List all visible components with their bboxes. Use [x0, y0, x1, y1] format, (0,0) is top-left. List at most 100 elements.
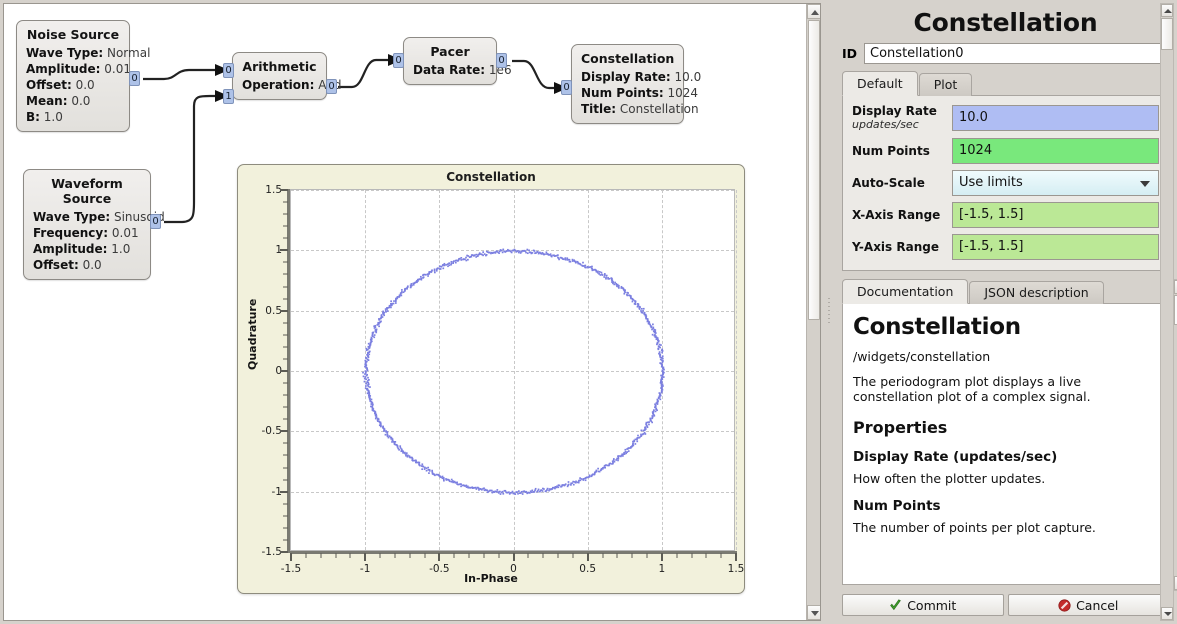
panel-splitter[interactable]: [824, 0, 834, 624]
x-minor-tick: [572, 553, 573, 558]
scroll-down-arrow-icon[interactable]: [807, 605, 821, 620]
x-minor-tick: [676, 553, 677, 558]
param-key: Offset:: [26, 78, 72, 92]
commit-button[interactable]: Commit: [842, 594, 1004, 616]
window-scroll-up-arrow-icon[interactable]: [1161, 4, 1173, 17]
block-arithmetic[interactable]: Arithmetic Operation: Add: [232, 52, 327, 100]
documentation-tabbar: Documentation JSON description: [842, 279, 1169, 304]
port-pacer-in-0[interactable]: 0: [393, 53, 404, 68]
y-minor-tick: [283, 226, 288, 227]
field-display-rate[interactable]: 10.0: [952, 105, 1159, 131]
scatter-series: [291, 190, 734, 550]
plot-data-points: [291, 190, 734, 550]
x-minor-tick: [305, 553, 306, 558]
x-tick-mark: [364, 553, 366, 561]
documentation-content: Constellation /widgets/constellation The…: [843, 304, 1168, 554]
field-label-x-axis-range: X-Axis Range: [852, 208, 944, 222]
port-arithmetic-in-0[interactable]: 0: [223, 63, 234, 78]
y-minor-tick: [283, 539, 288, 540]
x-minor-tick: [721, 553, 722, 558]
param-value: 0.0: [76, 78, 95, 92]
x-minor-tick: [483, 553, 484, 558]
plot-title: Constellation: [238, 170, 744, 184]
canvas-scroll-thumb[interactable]: [808, 20, 820, 320]
block-param-row: Title: Constellation: [581, 101, 674, 117]
y-tick-mark: [280, 310, 288, 312]
block-constellation[interactable]: Constellation Display Rate: 10.0 Num Poi…: [571, 44, 684, 124]
documentation-panel: Documentation JSON description Constella…: [842, 279, 1169, 591]
y-minor-tick: [283, 322, 288, 323]
port-waveform-source-out-0[interactable]: 0: [150, 214, 161, 229]
x-tick-mark: [735, 553, 737, 561]
plot-x-axis-label: In-Phase: [238, 572, 744, 585]
port-constellation-in-0[interactable]: 0: [561, 80, 572, 95]
block-param-row: Mean: 0.0: [26, 93, 120, 109]
port-arithmetic-out-0[interactable]: 0: [326, 79, 337, 94]
port-arithmetic-in-1[interactable]: 1: [223, 89, 234, 104]
block-title: Noise Source: [26, 27, 120, 42]
y-minor-tick: [283, 443, 288, 444]
param-key: Title:: [581, 102, 616, 116]
y-minor-tick: [283, 298, 288, 299]
x-minor-tick: [647, 553, 648, 558]
y-minor-tick: [283, 358, 288, 359]
param-value: 0.01: [112, 226, 139, 240]
cancel-button[interactable]: Cancel: [1008, 594, 1170, 616]
port-pacer-out-0[interactable]: 0: [496, 53, 507, 68]
field-x-axis-range[interactable]: [-1.5, 1.5]: [952, 202, 1159, 228]
block-waveform-source[interactable]: Waveform Source Wave Type: Sinusoid Freq…: [23, 169, 151, 280]
doc-intro: The periodogram plot displays a live con…: [853, 374, 1158, 404]
splitter-grip-icon: [828, 298, 830, 326]
doc-path: /widgets/constellation: [853, 349, 1158, 364]
x-tick-label: 0: [510, 563, 517, 575]
field-label-num-points: Num Points: [852, 144, 944, 158]
param-key: Amplitude:: [26, 62, 100, 76]
constellation-plot-panel[interactable]: Constellation Quadrature In-Phase -1.5-1…: [237, 164, 745, 594]
param-key: Frequency:: [33, 226, 108, 240]
port-noise-source-out-0[interactable]: 0: [129, 71, 140, 86]
x-minor-tick: [320, 553, 321, 558]
block-pacer[interactable]: Pacer Data Rate: 1e6: [403, 37, 497, 85]
y-minor-tick: [283, 455, 288, 456]
tab-json-description[interactable]: JSON description: [969, 281, 1103, 304]
window-scroll-down-arrow-icon[interactable]: [1161, 607, 1173, 620]
x-minor-tick: [454, 553, 455, 558]
x-tick-mark: [661, 553, 663, 561]
x-minor-tick: [558, 553, 559, 558]
cancel-icon: [1058, 599, 1071, 612]
x-tick-mark: [290, 553, 292, 561]
field-auto-scale-dropdown[interactable]: Use limits: [952, 170, 1159, 196]
documentation-body[interactable]: Constellation /widgets/constellation The…: [842, 303, 1169, 585]
scroll-up-arrow-icon[interactable]: [807, 4, 821, 19]
flowgraph-canvas[interactable]: Noise Source Wave Type: Normal Amplitude…: [4, 4, 806, 620]
y-minor-tick: [283, 262, 288, 263]
field-label-display-rate: Display Rate updates/sec: [852, 104, 944, 132]
dropdown-selected-value: Use limits: [959, 171, 1023, 195]
id-input[interactable]: [864, 43, 1169, 64]
y-minor-tick: [283, 286, 288, 287]
param-key: Data Rate:: [413, 63, 485, 77]
tab-plot[interactable]: Plot: [919, 73, 973, 96]
y-minor-tick: [283, 214, 288, 215]
y-minor-tick: [283, 238, 288, 239]
param-value: 10.0: [675, 70, 702, 84]
x-tick-mark: [587, 553, 589, 561]
tab-default[interactable]: Default: [842, 71, 918, 96]
window-scroll-thumb[interactable]: [1161, 18, 1173, 50]
canvas-vertical-scrollbar[interactable]: [806, 4, 820, 620]
param-key: Offset:: [33, 258, 79, 272]
id-label: ID: [842, 46, 857, 61]
param-key: Num Points:: [581, 86, 664, 100]
block-noise-source[interactable]: Noise Source Wave Type: Normal Amplitude…: [16, 20, 130, 132]
param-value: Normal: [107, 46, 150, 60]
field-num-points[interactable]: 1024: [952, 138, 1159, 164]
field-y-axis-range[interactable]: [-1.5, 1.5]: [952, 234, 1159, 260]
block-param-row: Operation: Add: [242, 77, 317, 93]
param-value: Constellation: [620, 102, 699, 116]
x-minor-tick: [632, 553, 633, 558]
doc-heading: Constellation: [853, 314, 1158, 340]
x-tick-label: -1: [360, 563, 370, 575]
param-key: B:: [26, 110, 40, 124]
tab-documentation[interactable]: Documentation: [842, 279, 968, 304]
x-minor-tick: [424, 553, 425, 558]
